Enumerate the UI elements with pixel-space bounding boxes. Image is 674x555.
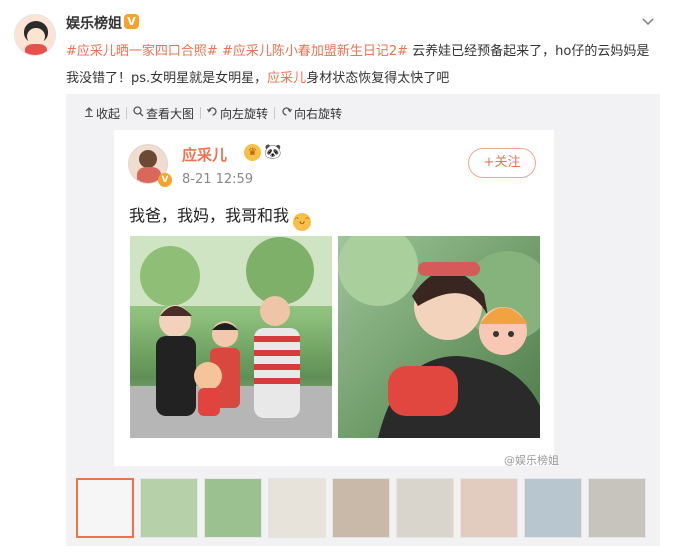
main-image[interactable]: V 应采儿 ♛ 🐼 8-21 12:59 +关注 我爸，我妈，我哥和我 ᵔᴗᵔ [114,130,554,466]
embedded-follow-button: +关注 [468,148,536,178]
collapse-label: 收起 [96,106,121,121]
divider [126,107,128,119]
rotate-right-button[interactable]: 向右旋转 [281,105,342,122]
family-photo [130,236,332,438]
search-icon [133,106,144,120]
rotate-right-label: 向右旋转 [294,106,343,121]
divider [274,107,276,119]
thumbnail[interactable] [76,478,134,538]
rotate-left-label: 向左旋转 [220,106,269,121]
panda-emoji-icon: 🐼 [264,144,282,160]
laugh-emoji-icon: ᵔᴗᵔ [293,213,312,231]
thumbnail[interactable] [460,478,518,538]
embedded-username: 应采儿 [182,146,228,164]
collapse-icon [84,106,94,120]
mother-baby-photo [338,236,540,438]
divider [200,107,202,119]
rotate-right-icon [281,106,293,120]
thumbnail[interactable] [140,478,198,538]
hashtag-link[interactable]: #应采儿晒一家四口合照# [66,44,218,59]
mention-link[interactable]: 应采儿 [267,71,306,86]
view-large-button[interactable]: 查看大图 [133,105,194,122]
username[interactable]: 娱乐榜姐 [66,13,122,33]
collapse-button[interactable]: 收起 [84,105,120,122]
media-viewer: 收起 查看大图 向左旋转 向右旋转 V 应采儿 ♛ 🐼 8-21 12:59 +… [66,94,660,546]
verified-badge-icon: V [124,14,139,29]
thumbnail[interactable] [332,478,390,538]
media-toolbar: 收起 查看大图 向左旋转 向右旋转 [84,104,342,122]
view-large-label: 查看大图 [146,106,195,121]
crown-emoji-icon: ♛ [244,144,261,161]
embedded-timestamp: 8-21 12:59 [182,172,254,187]
text-segment: 身材状态恢复得太快了吧 [306,71,450,86]
thumbnail[interactable] [204,478,262,538]
thumbnail[interactable] [588,478,646,538]
embedded-post-text: 我爸，我妈，我哥和我 ᵔᴗᵔ [129,202,312,231]
rotate-left-icon [207,106,218,120]
user-avatar[interactable] [14,14,56,56]
post-text: #应采儿晒一家四口合照# #应采儿陈小春加盟新生日记2# 云养娃已经预备起来了，… [66,38,658,92]
watermark: @娱乐榜姐 [504,454,559,467]
hashtag-link[interactable]: #应采儿陈小春加盟新生日记2# [222,44,408,59]
embedded-verified-icon: V [158,173,172,187]
rotate-left-button[interactable]: 向左旋转 [207,105,268,122]
thumbnail[interactable] [396,478,454,538]
embedded-text: 我爸，我妈，我哥和我 [129,206,290,225]
thumbnail-strip [76,478,652,538]
thumbnail[interactable] [268,478,326,538]
thumbnail[interactable] [524,478,582,538]
chevron-down-icon[interactable] [640,14,656,30]
